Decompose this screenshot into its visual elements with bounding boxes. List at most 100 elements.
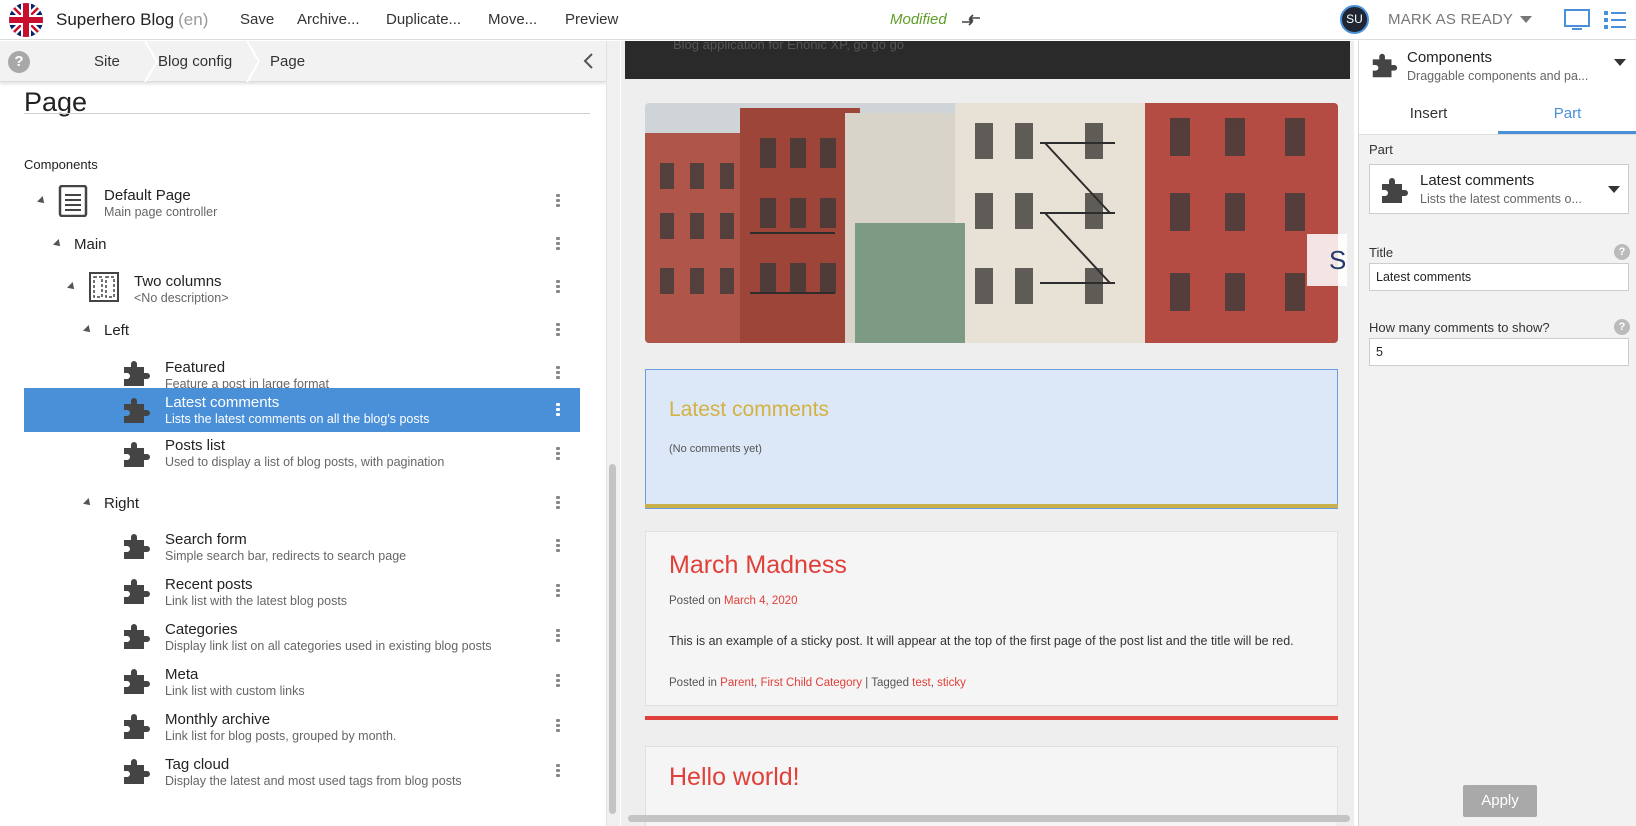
component-list-icon[interactable]	[1603, 9, 1627, 31]
help-icon[interactable]: ?	[1614, 319, 1630, 335]
app-language: (en)	[178, 10, 209, 29]
comment-count-label: How many comments to show?	[1369, 320, 1550, 335]
post-date-link[interactable]: March 4, 2020	[724, 595, 798, 607]
more-menu-icon[interactable]	[556, 719, 560, 733]
compare-arrows-icon[interactable]	[960, 10, 982, 30]
tree-item-title: Featured	[165, 359, 226, 376]
page-components-panel: ? Site Blog config Page Page Components …	[0, 41, 606, 826]
tab-insert[interactable]: Insert	[1359, 94, 1498, 134]
tree-item-desc: Lists the latest comments on all the blo…	[165, 412, 430, 426]
more-menu-icon[interactable]	[556, 237, 560, 251]
archive-button[interactable]: Archive...	[297, 0, 360, 40]
more-menu-icon[interactable]	[556, 584, 560, 598]
tree-item-right-region[interactable]: Right	[24, 481, 580, 525]
tree-item-desc: Used to display a list of blog posts, wi…	[165, 455, 445, 469]
layout-icon	[89, 272, 119, 302]
tree-item-two-columns[interactable]: Two columns <No description>	[24, 265, 580, 309]
more-menu-icon[interactable]	[556, 764, 560, 778]
more-menu-icon[interactable]	[556, 447, 560, 461]
post-title[interactable]: March Madness	[669, 551, 847, 580]
tree-item-desc: Simple search bar, redirects to search p…	[165, 549, 407, 563]
duplicate-button[interactable]: Duplicate...	[386, 0, 461, 40]
puzzle-piece-icon	[124, 624, 150, 649]
more-menu-icon[interactable]	[556, 674, 560, 688]
expand-toggle-icon[interactable]	[83, 325, 93, 335]
more-menu-icon[interactable]	[556, 366, 560, 380]
tree-item-desc: Link list for blog posts, grouped by mon…	[165, 729, 397, 743]
tab-part[interactable]: Part	[1498, 94, 1636, 134]
more-menu-icon[interactable]	[556, 403, 560, 417]
latest-comments-part[interactable]	[645, 369, 1338, 509]
tree-item-title: Latest comments	[165, 394, 280, 411]
apply-button[interactable]: Apply	[1463, 785, 1537, 817]
tree-item-categories[interactable]: Categories Display link list on all cate…	[24, 614, 580, 658]
move-button[interactable]: Move...	[488, 0, 537, 40]
tree-item-title: Recent posts	[165, 576, 253, 593]
preview-horizontal-scrollbar[interactable]	[628, 815, 1350, 822]
chevron-down-icon[interactable]	[1614, 59, 1626, 66]
tree-item-default-page[interactable]: Default Page Main page controller	[24, 179, 580, 223]
chevron-down-icon[interactable]	[1520, 16, 1532, 23]
more-menu-icon[interactable]	[556, 539, 560, 553]
breadcrumb-blog-config[interactable]: Blog config	[158, 41, 232, 82]
scrollbar-thumb[interactable]	[609, 464, 616, 814]
more-menu-icon[interactable]	[556, 323, 560, 337]
tree-item-main-region[interactable]: Main	[24, 222, 580, 266]
puzzle-piece-icon	[124, 579, 150, 604]
user-avatar[interactable]: SU	[1340, 5, 1369, 34]
breadcrumb: ? Site Blog config Page	[0, 41, 606, 82]
category-link[interactable]: Parent	[720, 677, 754, 689]
monitor-icon[interactable]	[1563, 8, 1591, 32]
breadcrumb-separator-icon	[246, 41, 260, 82]
tree-item-tag-cloud[interactable]: Tag cloud Display the latest and most us…	[24, 749, 580, 793]
part-underline	[645, 504, 1338, 508]
uk-flag-icon	[9, 3, 43, 37]
tree-item-desc: Link list with the latest blog posts	[165, 594, 348, 608]
tree-item-latest-comments[interactable]: Latest comments Lists the latest comment…	[24, 388, 580, 432]
post-title[interactable]: Hello world!	[669, 763, 800, 792]
tree-item-recent-posts[interactable]: Recent posts Link list with the latest b…	[24, 569, 580, 613]
expand-toggle-icon[interactable]	[53, 239, 63, 249]
save-button[interactable]: Save	[240, 0, 274, 40]
collapse-panel-icon[interactable]	[580, 52, 598, 70]
tag-link[interactable]: test	[912, 677, 931, 689]
tag-link[interactable]: sticky	[937, 677, 966, 689]
post-divider	[645, 716, 1338, 720]
tree-item-meta[interactable]: Meta Link list with custom links	[24, 659, 580, 703]
preview-button[interactable]: Preview	[565, 0, 618, 40]
part-selector[interactable]: Latest comments Lists the latest comment…	[1369, 164, 1629, 214]
help-icon[interactable]: ?	[8, 51, 30, 73]
more-menu-icon[interactable]	[556, 629, 560, 643]
tree-item-monthly-archive[interactable]: Monthly archive Link list for blog posts…	[24, 704, 580, 748]
post-taxonomy-line: Posted in Parent, First Child Category |…	[669, 677, 966, 689]
expand-toggle-icon[interactable]	[67, 282, 77, 292]
chevron-down-icon[interactable]	[1608, 186, 1620, 193]
mark-as-ready-button[interactable]: MARK AS READY	[1388, 0, 1513, 40]
tree-item-desc: Link list with custom links	[165, 684, 305, 698]
expand-toggle-icon[interactable]	[37, 196, 47, 206]
post-date-line: Posted on March 4, 2020	[669, 595, 798, 607]
expand-toggle-icon[interactable]	[83, 498, 93, 508]
breadcrumb-site[interactable]: Site	[94, 41, 120, 82]
tree-item-left-region[interactable]: Left	[24, 308, 580, 352]
components-subtitle: Draggable components and pa...	[1407, 69, 1589, 83]
title-input[interactable]	[1369, 263, 1629, 291]
tree-item-search-form[interactable]: Search form Simple search bar, redirects…	[24, 524, 580, 568]
app-name: Superhero Blog	[56, 10, 175, 29]
breadcrumb-page[interactable]: Page	[270, 41, 305, 82]
tree-item-desc: Display link list on all categories used…	[165, 639, 492, 653]
site-header: Blog application for Enonic XP, go go go	[625, 41, 1350, 79]
tree-item-title: Tag cloud	[165, 756, 230, 773]
tree-item-posts-list[interactable]: Posts list Used to display a list of blo…	[24, 432, 580, 476]
more-menu-icon[interactable]	[556, 194, 560, 208]
more-menu-icon[interactable]	[556, 496, 560, 510]
category-link[interactable]: First Child Category	[760, 677, 862, 689]
tree-item-desc: Display the latest and most used tags fr…	[165, 774, 462, 788]
puzzle-piece-icon	[124, 398, 150, 423]
modified-status: Modified	[890, 11, 947, 28]
part-selector-title: Latest comments	[1420, 172, 1535, 189]
help-icon[interactable]: ?	[1614, 244, 1630, 260]
page-preview[interactable]: Blog application for Enonic XP, go go go	[621, 41, 1354, 826]
more-menu-icon[interactable]	[556, 280, 560, 294]
comment-count-input[interactable]	[1369, 338, 1629, 366]
